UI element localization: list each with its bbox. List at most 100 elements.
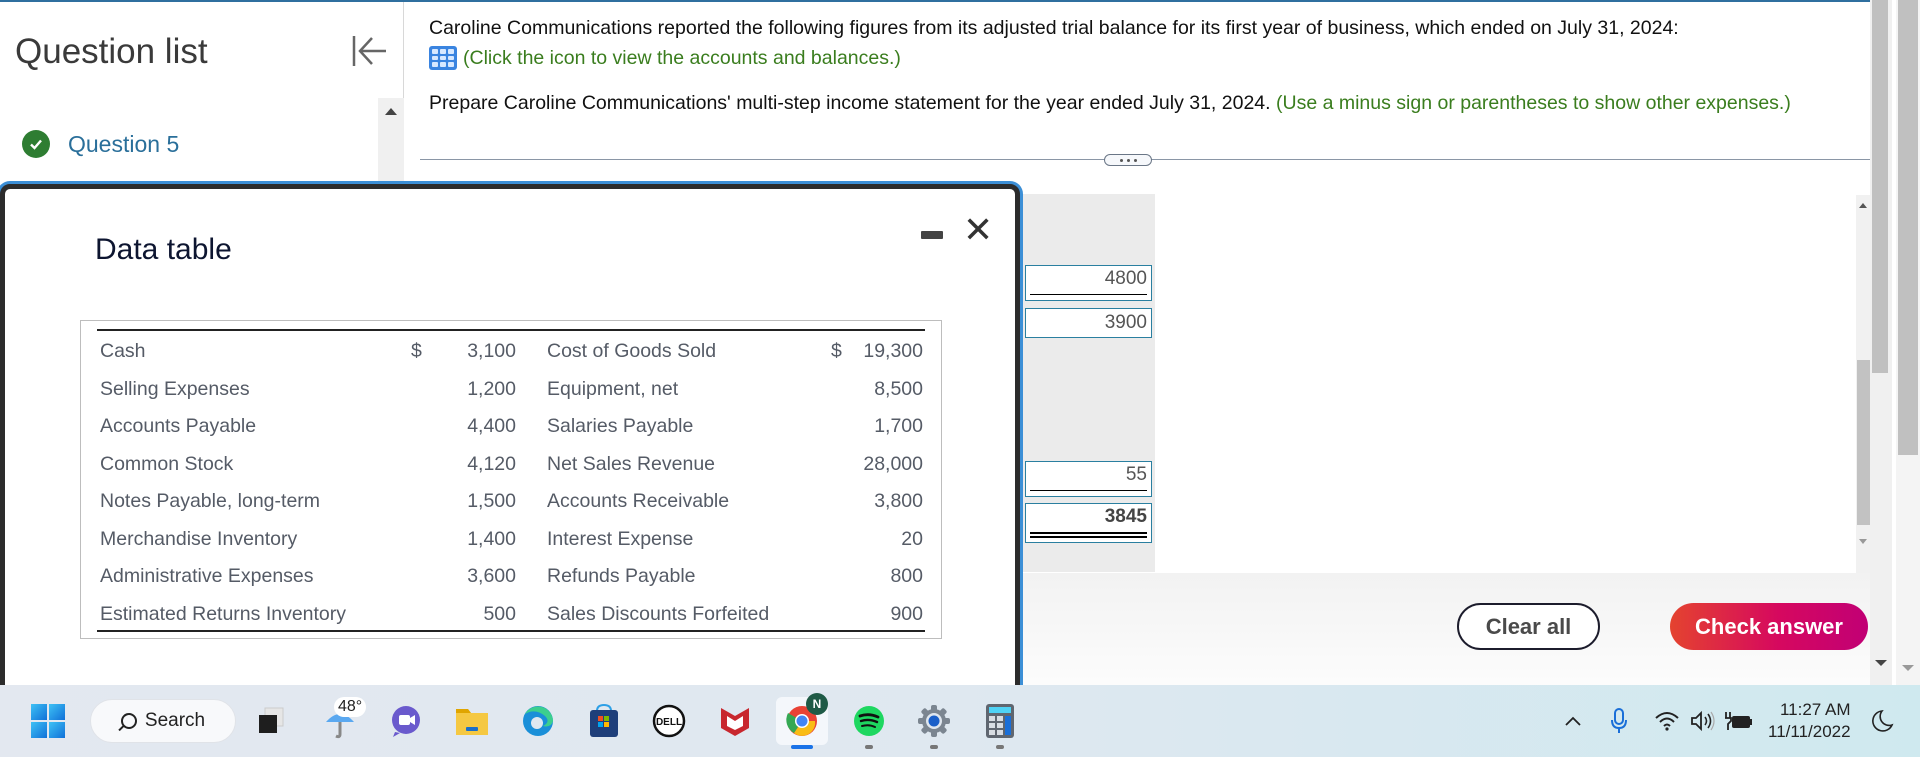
icon-hint: (Click the icon to view the accounts and… [463,46,901,69]
answer-input-1[interactable]: 4800 [1025,265,1152,301]
folder-icon [456,709,488,735]
spotify-button[interactable] [847,697,891,749]
microphone-icon [1611,708,1627,733]
question-instruction-row: Prepare Caroline Communications' multi-s… [429,92,1791,115]
battery-charging-icon [1725,712,1752,730]
account-name: Cost of Goods Sold [547,340,717,362]
answer-input-2[interactable]: 3900 [1025,308,1152,338]
content-scrollbar[interactable] [1856,195,1870,575]
sidebar-scrollbar[interactable] [378,98,404,198]
collapse-left-icon[interactable] [350,32,390,70]
answer-input-total[interactable]: 3845 [1025,503,1152,543]
answer-input-value: 55 [1125,464,1147,485]
scroll-up-arrow-icon[interactable] [1859,203,1867,208]
single-underline [1030,490,1147,491]
chrome-button[interactable]: N [776,693,828,749]
double-underline-bottom [1030,536,1147,538]
wifi-button[interactable] [1652,697,1682,745]
video-chat-icon [392,706,420,737]
microphone-button[interactable] [1604,697,1634,745]
account-amount: 1,500 [467,490,516,512]
table-row: Common Stock 4,120 Net Sales Revenue 28,000 [81,446,941,483]
browser-scrollbar[interactable] [1896,0,1920,685]
mcafee-icon [721,708,749,736]
account-amount: 900 [890,602,923,625]
data-table-grid-icon[interactable] [429,46,457,70]
weather-temperature: 48° [334,697,367,717]
scroll-down-arrow-icon[interactable] [1859,539,1867,544]
calculator-button[interactable] [978,697,1022,749]
table-row: Cash $3,100 Cost of Goods Sold $19,300 [81,333,941,370]
check-answer-button[interactable]: Check answer [1670,603,1868,650]
teams-chat-button[interactable] [384,697,428,745]
currency-symbol: $ [411,340,422,362]
data-table-modal: Data table ✕ Cash $3,100 Cost of Goods Sol… [0,184,1020,704]
account-name: Salaries Payable [547,415,694,437]
account-amount: 4,400 [467,415,516,437]
scrollbar-thumb[interactable] [1898,0,1918,455]
volume-icon [1691,710,1715,732]
account-amount: 800 [890,565,923,587]
account-amount: 20 [901,527,923,550]
table-row: Administrative Expenses 3,600 Refunds Paya… [81,558,941,595]
clock-date: 11/11/2022 [1768,722,1851,741]
microsoft-store-button[interactable] [582,697,626,745]
edge-button[interactable] [516,697,560,745]
account-name: Accounts Payable [100,415,257,437]
scroll-down-arrow-icon[interactable] [1875,660,1887,666]
mcafee-button[interactable] [713,697,757,745]
scroll-up-arrow-icon[interactable] [385,108,397,115]
table-top-rule [97,329,925,331]
close-icon[interactable]: ✕ [963,213,993,249]
system-clock[interactable]: 11:27 AM 11/11/2022 [1768,699,1851,743]
scrollbar-thumb[interactable] [1857,360,1870,525]
windows-logo-icon [31,704,65,738]
spotify-icon [854,706,884,736]
file-explorer-button[interactable] [450,697,494,745]
question-label: Question 5 [68,130,180,157]
account-name: Cash [100,340,146,362]
account-name: Notes Payable, long-term [100,490,321,512]
account-amount: 8,500 [874,377,923,400]
show-hidden-icons-button[interactable] [1558,697,1588,745]
search-icon [120,713,137,729]
taskbar-search[interactable]: Search [90,699,236,743]
running-indicator [865,745,873,749]
data-table-link-row: (Click the icon to view the accounts and… [429,46,901,70]
account-amount: 1,700 [874,415,923,437]
question-instruction: Prepare Caroline Communications' multi-s… [429,92,1271,114]
calculator-icon [986,704,1014,738]
battery-button[interactable] [1722,697,1756,745]
sidebar-item-question-5[interactable]: Question 5 [22,130,179,158]
settings-button[interactable] [912,697,956,749]
currency-symbol: $ [831,340,842,362]
answer-input-3[interactable]: 55 [1025,461,1152,497]
account-amount: 28,000 [863,452,923,475]
running-indicator [930,745,938,749]
task-view-button[interactable] [249,697,293,745]
minimize-icon[interactable] [921,231,943,239]
task-view-icon [259,707,284,733]
account-name: Net Sales Revenue [547,452,716,475]
dell-logo-icon: DELL [652,704,686,738]
table-row: Merchandise Inventory 1,400 Interest Expen… [81,521,941,558]
volume-button[interactable] [1688,697,1718,745]
page-scrollbar[interactable] [1870,0,1892,685]
account-name: Accounts Receivable [547,490,730,512]
svg-text:DELL: DELL [656,717,682,728]
account-name: Equipment, net [547,377,679,400]
focus-assist-button[interactable] [1868,697,1898,745]
wifi-icon [1655,712,1679,731]
store-icon [590,703,618,737]
question-intro: Caroline Communications reported the fol… [429,17,1679,39]
modal-title: Data table [95,233,232,266]
account-name: Estimated Returns Inventory [100,602,347,625]
clock-time: 11:27 AM [1779,700,1851,719]
clear-all-button[interactable]: Clear all [1457,603,1600,650]
start-button[interactable] [28,697,68,745]
expand-more-button[interactable] [1104,154,1152,166]
account-amount: 1,200 [467,377,516,400]
dell-button[interactable]: DELL [647,697,691,745]
scrollbar-thumb[interactable] [1872,0,1888,373]
scroll-down-arrow-icon[interactable] [1902,665,1914,671]
